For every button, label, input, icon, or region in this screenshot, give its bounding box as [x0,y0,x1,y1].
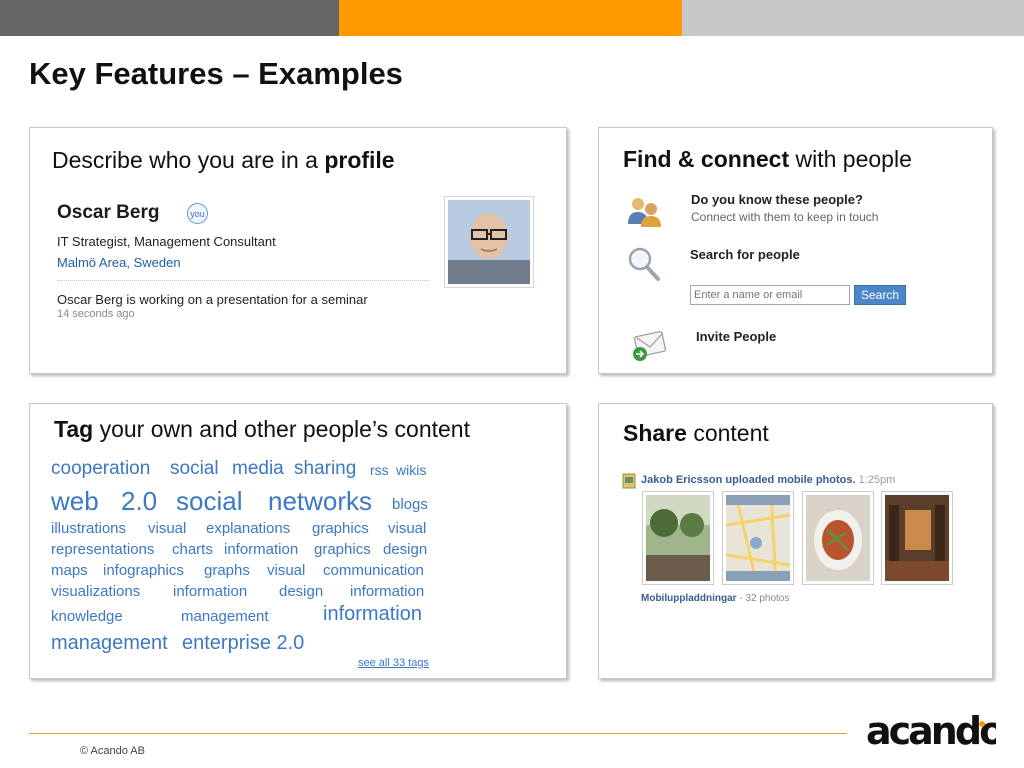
tag-link[interactable]: social [176,486,242,517]
profile-panel: Describe who you are in a profile Oscar … [29,127,567,374]
tag-link[interactable]: information [173,583,247,600]
avatar-photo-icon [448,200,530,284]
profile-heading-bold: profile [324,147,395,173]
top-bar-grey [0,0,339,36]
tag-link[interactable]: visual [267,562,305,579]
post-time: 1:25pm [858,474,896,486]
tag-link[interactable]: design [383,541,427,558]
avatar[interactable] [444,196,534,288]
theatre-photo-icon [885,495,949,581]
find-heading-bold: Find & connect [623,146,790,172]
invite-people-link[interactable]: Invite People [696,329,776,344]
photo-thumbnail[interactable] [802,491,874,585]
profile-status-time: 14 seconds ago [57,308,135,320]
garden-photo-icon [646,495,710,581]
you-badge-icon: you [187,203,208,224]
tag-link[interactable]: social [170,458,219,480]
tag-link[interactable]: knowledge [51,608,123,625]
tag-link[interactable]: design [279,583,323,600]
tags-heading-bold: Tag [54,416,94,442]
search-people-label: Search for people [690,247,800,262]
share-heading-bold: Share [623,420,687,446]
tag-link[interactable]: visual [148,520,186,537]
find-heading: Find & connect with people [623,146,912,173]
photo-thumbnail[interactable] [722,491,794,585]
people-icon [628,198,661,227]
top-bar-light [682,0,1024,36]
tag-link[interactable]: illustrations [51,520,126,537]
slide-title: Key Features – Examples [29,56,403,91]
post-action: uploaded mobile photos. [722,474,856,486]
tag-link[interactable]: information [350,583,424,600]
mobile-upload-icon [622,473,636,489]
tag-link[interactable]: graphs [204,562,250,579]
suggestions-title[interactable]: Do you know these people? [691,192,863,207]
tag-link[interactable]: maps [51,562,88,579]
see-all-tags-link[interactable]: see all 33 tags [358,657,429,669]
map-photo-icon [725,494,791,582]
share-heading: Share content [623,420,769,447]
logo-text: acando [866,710,996,752]
footer-divider [29,733,847,734]
tags-panel: Tag your own and other people’s content … [29,403,567,679]
find-heading-text: with people [789,146,912,172]
album-name[interactable]: Mobiluppladdningar [641,593,737,604]
tag-link[interactable]: cooperation [51,458,150,480]
tag-link[interactable]: rss [370,462,389,478]
tag-link[interactable]: information [323,603,422,626]
search-button[interactable]: Search [854,285,906,305]
food-photo-icon [806,495,870,581]
acando-logo: acando [866,710,996,752]
tag-link[interactable]: graphics [312,520,369,537]
tag-link[interactable]: management [181,608,269,625]
search-input[interactable] [690,285,850,305]
find-connect-panel: Find & connect with people Do you know t… [598,127,993,374]
photo-thumbnail[interactable] [881,491,953,585]
share-panel: Share content Jakob Ericsson uploaded mo… [598,403,993,679]
photo-thumbnail[interactable] [642,491,714,585]
tag-link[interactable]: wikis [396,462,426,478]
profile-divider [57,280,429,281]
invite-envelope-icon [633,331,667,361]
tag-link[interactable]: graphics [314,541,371,558]
copyright-text: © Acando AB [80,745,145,757]
profile-name[interactable]: Oscar Berg [57,202,159,224]
share-heading-text: content [686,420,769,446]
album-link[interactable]: Mobiluppladdningar - 32 photos [641,593,789,604]
suggestions-subtitle: Connect with them to keep in touch [691,210,879,224]
tag-link[interactable]: representations [51,541,154,558]
profile-status: Oscar Berg is working on a presentation … [57,292,368,307]
share-post-header: Jakob Ericsson uploaded mobile photos. 1… [641,474,895,486]
profile-job-title: IT Strategist, Management Consultant [57,234,276,249]
tag-link[interactable]: sharing [294,458,356,480]
tag-link[interactable]: visual [388,520,426,537]
tag-link[interactable]: information [224,541,298,558]
top-color-bar [0,0,1024,36]
profile-heading-text: Describe who you are in a [52,147,325,173]
tags-heading: Tag your own and other people’s content [54,416,470,443]
tag-link[interactable]: management [51,632,168,655]
top-bar-orange [339,0,682,36]
profile-heading: Describe who you are in a profile [52,147,395,174]
tag-link[interactable]: infographics [103,562,184,579]
tag-link[interactable]: visualizations [51,583,140,600]
tag-link[interactable]: blogs [392,496,428,513]
tag-link[interactable]: web [51,486,99,517]
tag-link[interactable]: charts [172,541,213,558]
tag-link[interactable]: explanations [206,520,290,537]
poster-name-link[interactable]: Jakob Ericsson [641,474,722,486]
profile-location-link[interactable]: Malmö Area, Sweden [57,255,181,270]
tag-link[interactable]: 2.0 [121,486,157,517]
tag-link[interactable]: media [232,458,284,480]
album-count: - 32 photos [736,593,790,604]
tag-link[interactable]: networks [268,486,372,517]
tag-link[interactable]: enterprise 2.0 [182,632,304,655]
tags-heading-text: your own and other people’s content [93,416,470,442]
search-icon [628,247,660,281]
tag-link[interactable]: communication [323,562,424,579]
